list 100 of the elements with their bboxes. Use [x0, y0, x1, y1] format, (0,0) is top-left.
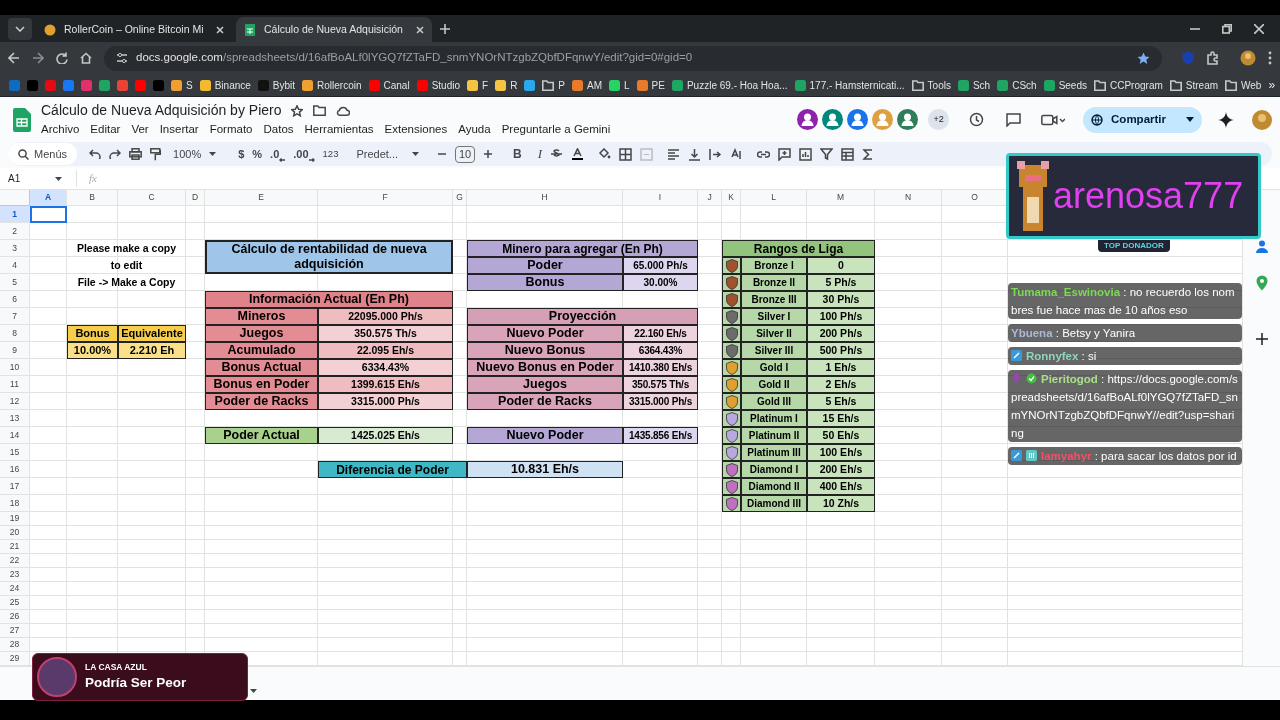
bookmark[interactable]: Canal — [368, 77, 410, 93]
bookmark[interactable]: L — [609, 77, 630, 93]
browser-tab[interactable]: RollerCoin – Online Bitcoin Mi — [36, 17, 232, 42]
paint-format-icon[interactable] — [150, 147, 162, 161]
add-comment-icon[interactable] — [778, 147, 791, 161]
print-icon[interactable] — [129, 148, 143, 160]
table-view-icon[interactable] — [841, 147, 854, 161]
bold-button[interactable]: B — [513, 145, 522, 163]
menu-item[interactable]: Herramientas — [304, 121, 374, 139]
name-box[interactable]: A1 — [8, 171, 66, 186]
bookmark[interactable]: Seeds — [1043, 77, 1087, 93]
bookmark[interactable]: Puzzle 69.- Hoa Hoa... — [671, 77, 788, 93]
row-number[interactable]: 27 — [0, 624, 30, 638]
align-left-icon[interactable] — [667, 147, 680, 161]
bookmark[interactable]: CCProgram — [1094, 77, 1163, 93]
bookmark[interactable]: P — [542, 77, 566, 93]
row-number[interactable]: 4 — [0, 257, 30, 274]
profile-avatar-icon[interactable] — [1240, 50, 1256, 66]
currency-format-button[interactable]: $ — [238, 145, 245, 163]
column-header[interactable]: E — [205, 190, 318, 206]
move-folder-icon[interactable] — [313, 105, 327, 117]
new-tab-icon[interactable] — [440, 24, 450, 34]
sum-icon[interactable] — [862, 147, 875, 161]
menu-item[interactable]: Editar — [90, 121, 121, 139]
column-header[interactable]: B — [67, 190, 118, 206]
tab-search-button[interactable] — [8, 18, 32, 40]
cloud-icon[interactable] — [336, 105, 351, 116]
row-number[interactable]: 5 — [0, 274, 30, 291]
column-header[interactable]: M — [807, 190, 875, 206]
row-number[interactable]: 11 — [0, 376, 30, 393]
borders-icon[interactable] — [619, 147, 632, 161]
column-header[interactable]: H — [467, 190, 623, 206]
row-number[interactable]: 29 — [0, 652, 30, 666]
bookmark[interactable]: Bybit — [257, 77, 296, 93]
bookmark[interactable]: CSch — [997, 77, 1037, 93]
back-icon[interactable] — [8, 52, 20, 64]
row-number[interactable]: 15 — [0, 444, 30, 461]
bookmark[interactable]: Sch — [957, 77, 991, 93]
column-header[interactable]: I — [623, 190, 698, 206]
browser-tab[interactable]: Cálculo de Nueva Adquisición — [236, 17, 432, 42]
font-dropdown[interactable]: Predet... — [352, 145, 423, 163]
favicon-icon[interactable] — [45, 79, 56, 91]
avatar-icon[interactable] — [822, 109, 844, 130]
row-number[interactable]: 12 — [0, 393, 30, 410]
plus-icon[interactable] — [483, 149, 493, 159]
vertical-align-icon[interactable] — [688, 147, 701, 161]
menu-item[interactable]: Archivo — [41, 121, 80, 139]
row-number[interactable]: 2 — [0, 223, 30, 240]
row-number[interactable]: 3 — [0, 240, 30, 257]
row-number[interactable]: 28 — [0, 638, 30, 652]
percent-format-button[interactable]: % — [252, 145, 263, 163]
row-number[interactable]: 6 — [0, 291, 30, 308]
menu-item[interactable]: Datos — [263, 121, 294, 139]
filter-icon[interactable] — [820, 147, 833, 161]
bookmark[interactable]: AM — [572, 77, 603, 93]
plus-icon[interactable] — [1255, 333, 1268, 345]
number-format-button[interactable]: 123 — [322, 146, 339, 162]
home-icon[interactable] — [80, 52, 92, 64]
row-number[interactable]: 26 — [0, 610, 30, 624]
column-header[interactable]: J — [698, 190, 722, 206]
chart-icon[interactable] — [799, 147, 812, 161]
bookmark-star-icon[interactable] — [1137, 51, 1150, 65]
bookmark[interactable]: S — [171, 77, 193, 93]
text-color-icon[interactable] — [571, 147, 584, 161]
row-number[interactable]: 17 — [0, 478, 30, 495]
star-icon[interactable] — [291, 104, 304, 117]
favicon-icon[interactable] — [135, 79, 146, 91]
map-pin-icon[interactable] — [1255, 275, 1268, 291]
row-number[interactable]: 8 — [0, 325, 30, 342]
avatar-icon[interactable] — [847, 109, 869, 130]
bookmark[interactable]: Binance — [199, 77, 251, 93]
italic-button[interactable]: I — [537, 144, 542, 164]
row-number[interactable]: 25 — [0, 596, 30, 610]
row-number[interactable]: 16 — [0, 461, 30, 478]
column-header[interactable]: A — [30, 190, 67, 206]
row-number[interactable]: 20 — [0, 526, 30, 540]
favicon-icon[interactable] — [524, 79, 536, 91]
puzzle-icon[interactable] — [1206, 51, 1220, 65]
row-number[interactable]: 10 — [0, 359, 30, 376]
menu-item[interactable]: Extensiones — [384, 121, 448, 139]
caret-icon[interactable] — [250, 688, 257, 693]
row-number[interactable]: 1 — [0, 206, 30, 223]
decrease-decimals-button[interactable]: .0 — [270, 145, 286, 163]
close-icon[interactable] — [1254, 24, 1264, 34]
column-header[interactable]: D — [186, 190, 205, 206]
forward-icon[interactable] — [32, 52, 44, 64]
more-bookmarks-button[interactable]: » — [1268, 76, 1276, 94]
favicon-icon[interactable] — [117, 79, 128, 91]
bookmark[interactable]: R — [495, 77, 518, 93]
row-number[interactable]: 19 — [0, 512, 30, 526]
sparkle-icon[interactable] — [1218, 111, 1234, 128]
address-bar[interactable]: docs.google.com/spreadsheets/d/16afBoALf0lYGQ7fZTaFD_snmYNOrNTzgbZQbfDFqnwY/edit?gid=0#gid=0 — [104, 45, 1162, 71]
row-number[interactable]: 18 — [0, 495, 30, 512]
column-header[interactable]: L — [741, 190, 807, 206]
column-header[interactable]: N — [875, 190, 942, 206]
bookmark[interactable]: Rollercoin — [302, 77, 362, 93]
selected-cell[interactable] — [30, 206, 67, 223]
favicon-icon[interactable] — [99, 79, 110, 91]
font-size-field[interactable]: 10 — [455, 145, 475, 163]
fill-color-icon[interactable] — [598, 147, 611, 161]
